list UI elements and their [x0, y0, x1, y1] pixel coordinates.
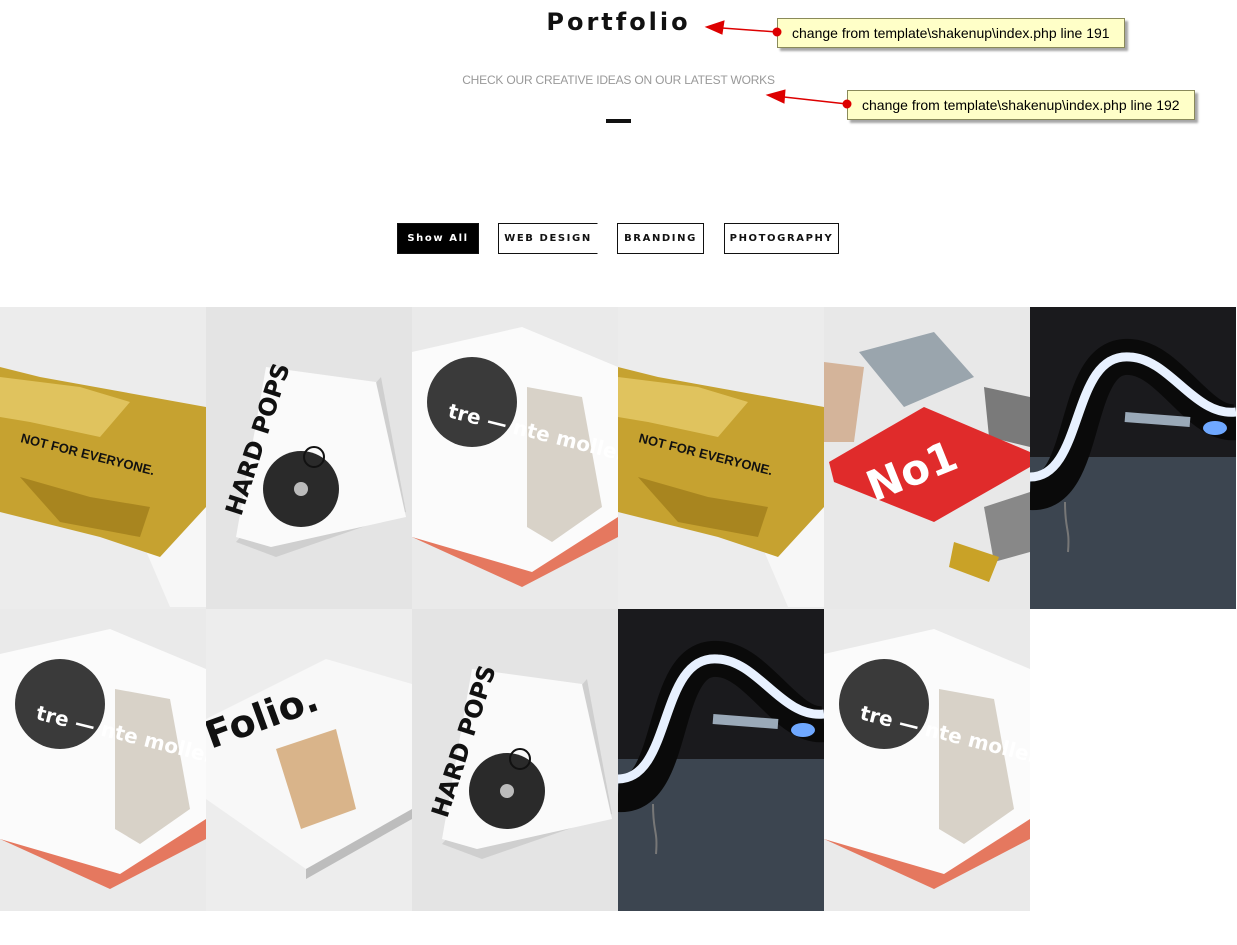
no1-magazine-image: No1 [824, 307, 1030, 609]
hard-pops-image: HARD POPS [206, 307, 412, 609]
gold-pouch-image: NOT FOR EVERYONE. [0, 307, 206, 609]
annotation-note: change from template\shakenup\index.php … [847, 90, 1195, 120]
page-subtitle: CHECK OUR CREATIVE IDEAS ON OUR LATEST W… [462, 73, 775, 87]
filter-branding[interactable]: BRANDING [617, 223, 704, 254]
filter-web-design[interactable]: WEB DESIGN [498, 223, 598, 254]
portfolio-item-hard-pops-cd[interactable]: HARD POPS [206, 307, 412, 609]
portfolio-filters: Show All WEB DESIGN BRANDING PHOTOGRAPHY [0, 223, 1237, 254]
annotation-note: change from template\shakenup\index.php … [777, 18, 1125, 48]
gold-pouch-image: NOT FOR EVERYONE. [618, 307, 824, 609]
tre-nte-moller-image: tre — nte moller [0, 609, 206, 911]
portfolio-item-tre-nte-moller[interactable]: tre — nte moller [0, 609, 206, 911]
portfolio-item-neon-tube[interactable] [1030, 307, 1236, 609]
tre-nte-moller-image: tre — nte moller [412, 307, 618, 609]
portfolio-item-tre-nte-moller[interactable]: tre — nte moller [824, 609, 1030, 911]
portfolio-item-gold-pouch[interactable]: NOT FOR EVERYONE. [0, 307, 206, 609]
filter-photography[interactable]: PHOTOGRAPHY [724, 223, 839, 254]
portfolio-item-gold-pouch[interactable]: NOT FOR EVERYONE. [618, 307, 824, 609]
neon-tube-image [1030, 307, 1236, 609]
folio-magazine-image: Folio. [206, 609, 412, 911]
portfolio-item-neon-tube[interactable] [618, 609, 824, 911]
portfolio-item-tre-nte-moller[interactable]: tre — nte moller [412, 307, 618, 609]
portfolio-item-folio-magazine[interactable]: Folio. [206, 609, 412, 911]
portfolio-item-hard-pops-cd[interactable]: HARD POPS [412, 609, 618, 911]
title-divider [606, 119, 631, 123]
portfolio-item-no1-magazine[interactable]: No1 [824, 307, 1030, 609]
neon-tube-image [618, 609, 824, 911]
tre-nte-moller-image: tre — nte moller [824, 609, 1030, 911]
hard-pops-image: HARD POPS [412, 609, 618, 911]
filter-show-all[interactable]: Show All [397, 223, 479, 254]
annotation-arrow [765, 89, 852, 109]
